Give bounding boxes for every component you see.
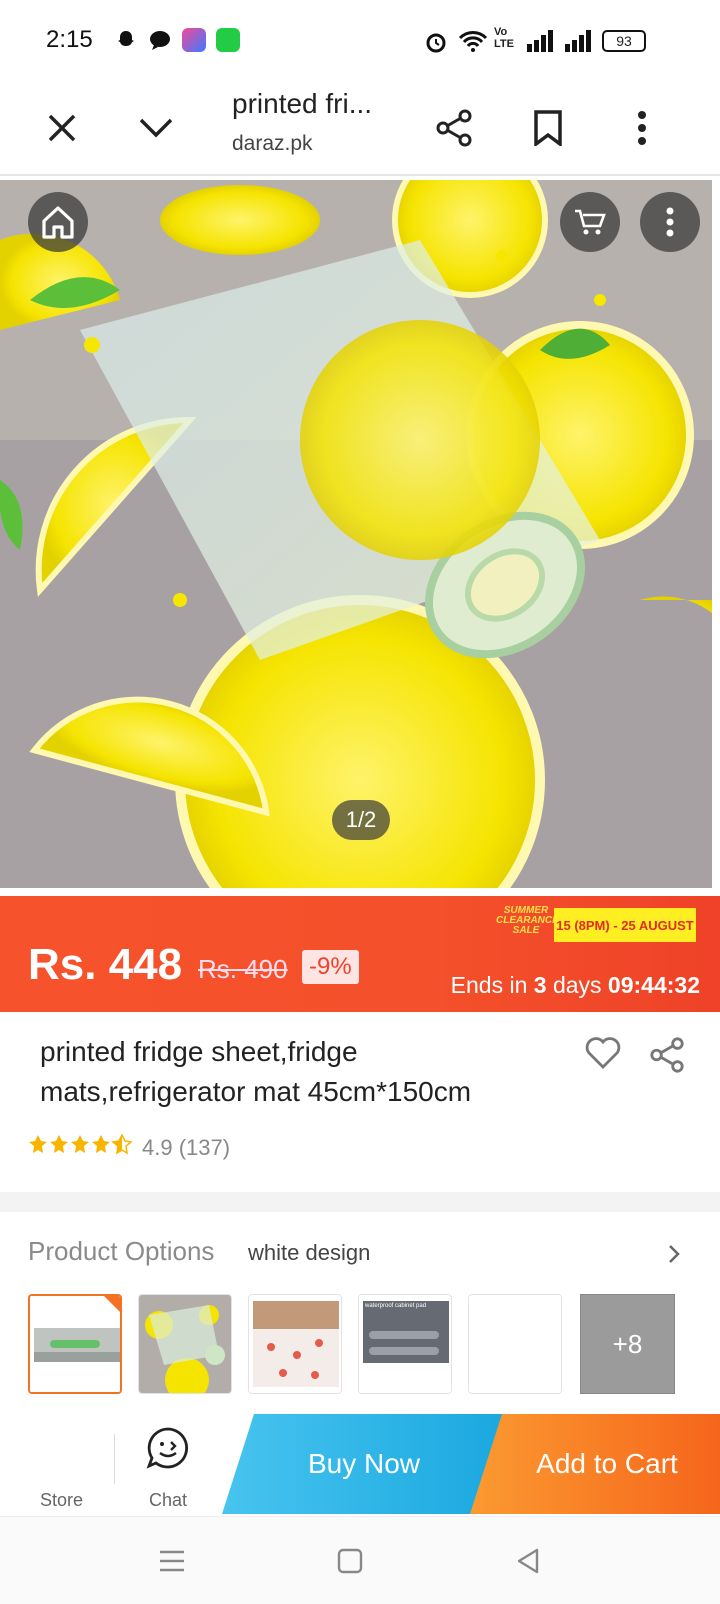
bar-divider: [114, 1434, 115, 1484]
chevron-right-icon[interactable]: [668, 1244, 680, 1269]
back-triangle-icon[interactable]: [508, 1541, 548, 1581]
battery-level: 93: [616, 33, 632, 49]
page-title[interactable]: printed fri...: [232, 88, 372, 120]
more-vert-icon[interactable]: [612, 98, 672, 158]
sale-dates: 15 (8PM) - 25 AUGUST: [554, 908, 696, 942]
share-icon[interactable]: [424, 98, 484, 158]
bookmark-icon[interactable]: [518, 98, 578, 158]
volte-label: Vo LTE: [494, 26, 514, 50]
star-rating-icon: [28, 1133, 133, 1162]
bottom-action-bar: Store Chat Buy Now Add to Cart: [0, 1412, 720, 1516]
discount-badge: -9%: [302, 950, 359, 984]
more-options-button[interactable]: +8: [580, 1294, 675, 1394]
close-icon[interactable]: [32, 98, 92, 158]
option-thumb-image: [139, 1295, 231, 1393]
share-icon[interactable]: [648, 1036, 686, 1079]
page-domain[interactable]: daraz.pk: [232, 132, 313, 156]
countdown-prefix: Ends in: [450, 972, 528, 998]
countdown-days-unit: days: [552, 972, 602, 998]
signal-icon-2: [564, 30, 592, 57]
rating-row[interactable]: 4.9 (137): [28, 1133, 231, 1162]
original-price: Rs. 490: [198, 954, 288, 984]
cart-icon[interactable]: [560, 192, 620, 252]
option-thumb[interactable]: waterproof cabinet pad: [358, 1294, 452, 1394]
option-thumb-image: [30, 1296, 120, 1392]
buy-now-button[interactable]: Buy Now: [222, 1414, 506, 1514]
snapchat-icon: [114, 28, 138, 52]
wifi-icon: [458, 30, 488, 59]
home-icon[interactable]: [28, 192, 88, 252]
browser-toolbar: printed fri... daraz.pk: [0, 80, 720, 176]
price-band: SUMMER CLEARANCE SALE 15 (8PM) - 25 AUGU…: [0, 896, 720, 1012]
countdown: Ends in 3 days 09:44:32: [451, 972, 700, 999]
chevron-down-icon[interactable]: [126, 98, 186, 158]
option-thumb[interactable]: [248, 1294, 342, 1394]
signal-icon: [526, 30, 554, 57]
image-counter: 1/2: [332, 800, 390, 840]
system-nav-bar: [0, 1516, 720, 1604]
rating-value: 4.9: [142, 1135, 173, 1160]
add-to-cart-button[interactable]: Add to Cart: [470, 1414, 720, 1514]
option-thumb-image: [249, 1295, 341, 1393]
section-divider: [0, 1192, 720, 1212]
review-count: (137): [178, 1135, 231, 1160]
option-thumb[interactable]: [468, 1294, 562, 1394]
heart-icon[interactable]: [584, 1036, 622, 1075]
chat-label[interactable]: Chat: [149, 1490, 187, 1511]
more-vert-icon[interactable]: [640, 192, 700, 252]
selected-option[interactable]: white design: [248, 1240, 370, 1266]
countdown-time: 09:44:32: [607, 972, 700, 998]
gallery-app-icon: [182, 28, 206, 52]
status-bar: 2:15 Vo LTE 93: [0, 0, 720, 80]
countdown-days: 3: [533, 972, 547, 998]
menu-icon[interactable]: [152, 1541, 192, 1581]
option-thumb-image: [359, 1295, 451, 1393]
store-label[interactable]: Store: [40, 1490, 83, 1511]
option-thumb[interactable]: [28, 1294, 122, 1394]
chat-icon[interactable]: [146, 1426, 190, 1475]
sale-badge: SUMMER CLEARANCE SALE: [496, 905, 559, 936]
battery-icon: 93: [602, 30, 646, 52]
product-options-label[interactable]: Product Options: [28, 1236, 214, 1267]
green-app-icon: [216, 28, 240, 52]
option-thumb-caption: waterproof cabinet pad: [365, 1303, 427, 1309]
status-time: 2:15: [46, 26, 93, 53]
home-square-icon[interactable]: [330, 1541, 370, 1581]
product-title: printed fridge sheet,fridge mats,refrige…: [40, 1036, 472, 1107]
current-price: Rs. 448: [28, 940, 183, 989]
chat-app-icon: [148, 28, 172, 52]
alarm-icon: [424, 30, 448, 59]
option-thumb[interactable]: [138, 1294, 232, 1394]
product-image[interactable]: [0, 180, 712, 888]
product-photo: [0, 180, 712, 888]
